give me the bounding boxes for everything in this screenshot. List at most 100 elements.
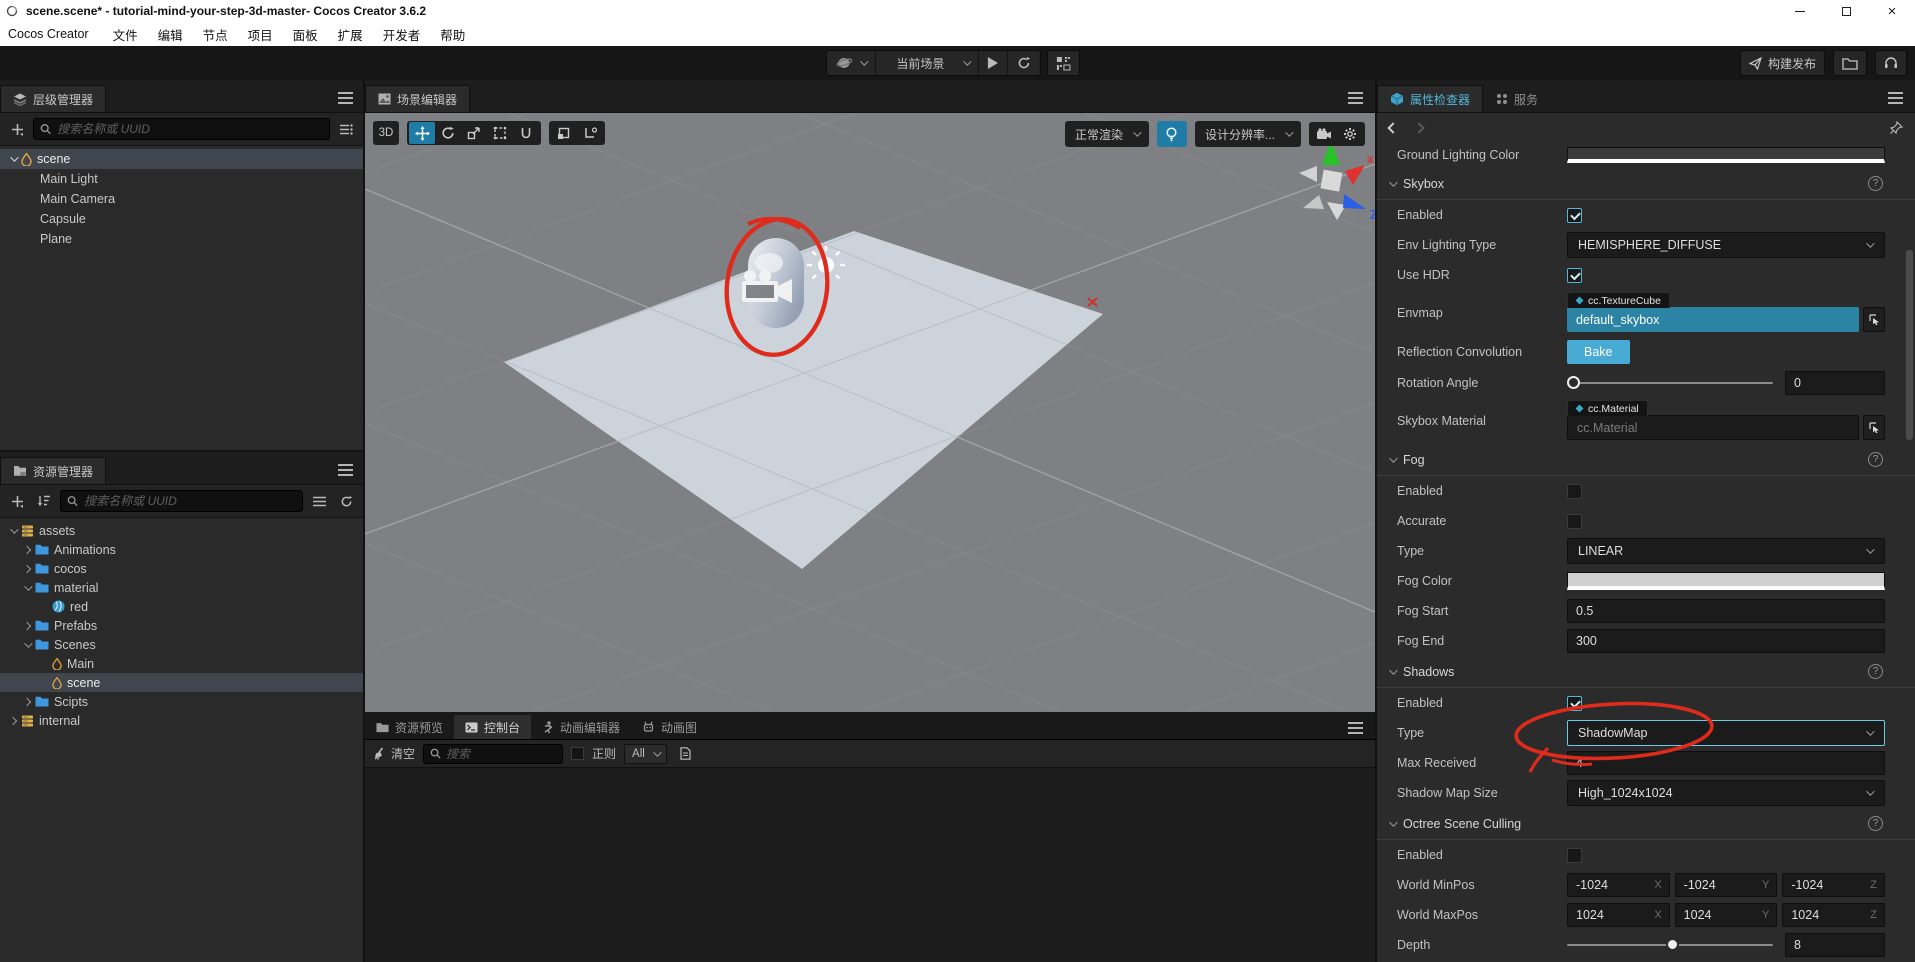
env-lighting-type-select[interactable]: HEMISPHERE_DIFFUSE: [1567, 232, 1885, 258]
collapsed-chevron-icon[interactable]: [22, 564, 32, 573]
design-resolution-select[interactable]: 设计分辨率...: [1194, 121, 1301, 147]
support-button[interactable]: [1875, 50, 1907, 76]
help-icon[interactable]: ?: [1868, 176, 1883, 191]
expand-chevron-icon[interactable]: [24, 581, 33, 591]
history-forward-button[interactable]: [1413, 121, 1425, 134]
asset-node-material[interactable]: material: [0, 578, 363, 597]
pin-icon[interactable]: [1889, 120, 1903, 135]
fog-enabled-checkbox[interactable]: [1567, 483, 1582, 499]
shadows-enabled-checkbox[interactable]: [1567, 695, 1582, 711]
console-menu-button[interactable]: [1348, 722, 1363, 734]
menu-project[interactable]: 项目: [238, 25, 283, 44]
rotation-angle-input[interactable]: 0: [1785, 371, 1885, 395]
mode-3d-button[interactable]: 3D: [373, 121, 399, 145]
hierarchy-search[interactable]: [33, 118, 330, 140]
pivot-toggle-button[interactable]: [551, 122, 577, 144]
assets-search[interactable]: [60, 490, 303, 512]
camera-preview-button[interactable]: [1311, 123, 1337, 145]
skybox-material-field[interactable]: cc.Material: [1567, 415, 1859, 440]
sort-assets-button[interactable]: [33, 490, 55, 512]
asset-node-prefabs[interactable]: Prefabs: [0, 616, 363, 635]
scene-menu-button[interactable]: [1348, 92, 1363, 104]
shadow-map-size-select[interactable]: High_1024x1024: [1567, 780, 1885, 806]
section-octree[interactable]: Octree Scene Culling ?: [1377, 808, 1915, 840]
asset-node-scene[interactable]: scene: [0, 673, 363, 692]
coordinate-toggle-button[interactable]: [577, 122, 603, 144]
assets-list-view-button[interactable]: [308, 490, 330, 512]
tab-animation-editor[interactable]: 动画编辑器: [531, 715, 632, 739]
tab-services[interactable]: 服务: [1483, 85, 1552, 112]
fog-type-select[interactable]: LINEAR: [1567, 538, 1885, 564]
inspector-scrollbar[interactable]: [1906, 250, 1913, 440]
history-back-button[interactable]: [1387, 121, 1399, 134]
asset-node-scipts[interactable]: Scipts: [0, 692, 363, 711]
octree-enabled-checkbox[interactable]: [1567, 847, 1582, 863]
maximize-button[interactable]: [1823, 0, 1869, 22]
help-icon[interactable]: ?: [1868, 452, 1883, 467]
reload-button[interactable]: [1007, 51, 1039, 75]
scene-settings-button[interactable]: [1337, 123, 1363, 145]
open-folder-button[interactable]: [1833, 50, 1867, 76]
minimize-button[interactable]: [1777, 0, 1823, 22]
transform-gizmo-button[interactable]: [513, 122, 539, 144]
asset-node-assets[interactable]: assets: [0, 521, 363, 540]
asset-node-scenes[interactable]: Scenes: [0, 635, 363, 654]
tab-assets[interactable]: 资源管理器: [0, 457, 107, 484]
section-fog[interactable]: Fog ?: [1377, 444, 1915, 476]
asset-node-internal[interactable]: internal: [0, 711, 363, 730]
preview-qr-button[interactable]: [1046, 50, 1080, 76]
envmap-asset-field[interactable]: default_skybox: [1567, 307, 1859, 332]
minpos-y-input[interactable]: -1024 Y: [1674, 873, 1778, 897]
expand-chevron-icon[interactable]: [24, 638, 33, 648]
menu-help[interactable]: 帮助: [430, 25, 475, 44]
add-asset-button[interactable]: [6, 490, 28, 512]
scene-select[interactable]: 当前场景: [875, 51, 977, 75]
maxpos-y-input[interactable]: 1024 Y: [1674, 903, 1778, 927]
hierarchy-search-input[interactable]: [57, 122, 323, 136]
scene-viewport[interactable]: Y x Z 3D: [365, 113, 1375, 712]
asset-node-cocos[interactable]: cocos: [0, 559, 363, 578]
menu-panel[interactable]: 面板: [283, 25, 328, 44]
tab-animation-graph[interactable]: 动画图: [631, 715, 709, 739]
add-node-button[interactable]: [6, 118, 28, 140]
scale-tool-button[interactable]: [461, 122, 487, 144]
tab-asset-preview[interactable]: 资源预览: [365, 715, 455, 739]
asset-node-animations[interactable]: Animations: [0, 540, 363, 559]
tab-inspector[interactable]: 属性检查器: [1377, 85, 1484, 112]
menu-developer[interactable]: 开发者: [373, 25, 431, 44]
depth-input[interactable]: 8: [1785, 933, 1885, 957]
inspector-menu-button[interactable]: [1888, 92, 1903, 104]
fog-start-input[interactable]: 0.5: [1567, 599, 1885, 623]
render-mode-select[interactable]: 正常渲染: [1064, 121, 1149, 147]
minpos-z-input[interactable]: -1024 Z: [1782, 873, 1886, 897]
clear-console-button[interactable]: 清空: [373, 745, 415, 762]
fog-accurate-checkbox[interactable]: [1567, 513, 1582, 529]
minpos-x-input[interactable]: -1024 X: [1567, 873, 1670, 897]
maxpos-z-input[interactable]: 1024 Z: [1782, 903, 1886, 927]
assets-menu-button[interactable]: [338, 464, 353, 476]
tree-node-scene[interactable]: scene: [0, 149, 363, 169]
material-picker-button[interactable]: [1863, 415, 1885, 440]
bake-button[interactable]: Bake: [1567, 340, 1630, 364]
skybox-enabled-checkbox[interactable]: [1567, 207, 1582, 223]
lighting-toggle-button[interactable]: [1156, 121, 1187, 147]
envmap-picker-button[interactable]: [1863, 307, 1885, 332]
tree-node-main-camera[interactable]: Main Camera: [0, 189, 363, 209]
collapsed-chevron-icon[interactable]: [22, 545, 32, 554]
collapsed-chevron-icon[interactable]: [8, 716, 18, 725]
assets-refresh-button[interactable]: [335, 490, 357, 512]
tree-node-plane[interactable]: Plane: [0, 229, 363, 249]
close-button[interactable]: ×: [1869, 0, 1915, 22]
collapsed-chevron-icon[interactable]: [22, 621, 32, 630]
rect-tool-button[interactable]: [487, 122, 513, 144]
depth-slider[interactable]: [1567, 933, 1773, 957]
menu-app[interactable]: Cocos Creator: [0, 27, 103, 41]
menu-extension[interactable]: 扩展: [328, 25, 373, 44]
hierarchy-menu-button[interactable]: [338, 92, 353, 104]
tab-scene-editor[interactable]: 场景编辑器: [365, 85, 471, 112]
hierarchy-filter-button[interactable]: [335, 118, 357, 140]
play-button[interactable]: [978, 51, 1006, 75]
platform-select[interactable]: [826, 51, 874, 75]
menu-node[interactable]: 节点: [193, 25, 238, 44]
section-shadows[interactable]: Shadows ?: [1377, 656, 1915, 688]
